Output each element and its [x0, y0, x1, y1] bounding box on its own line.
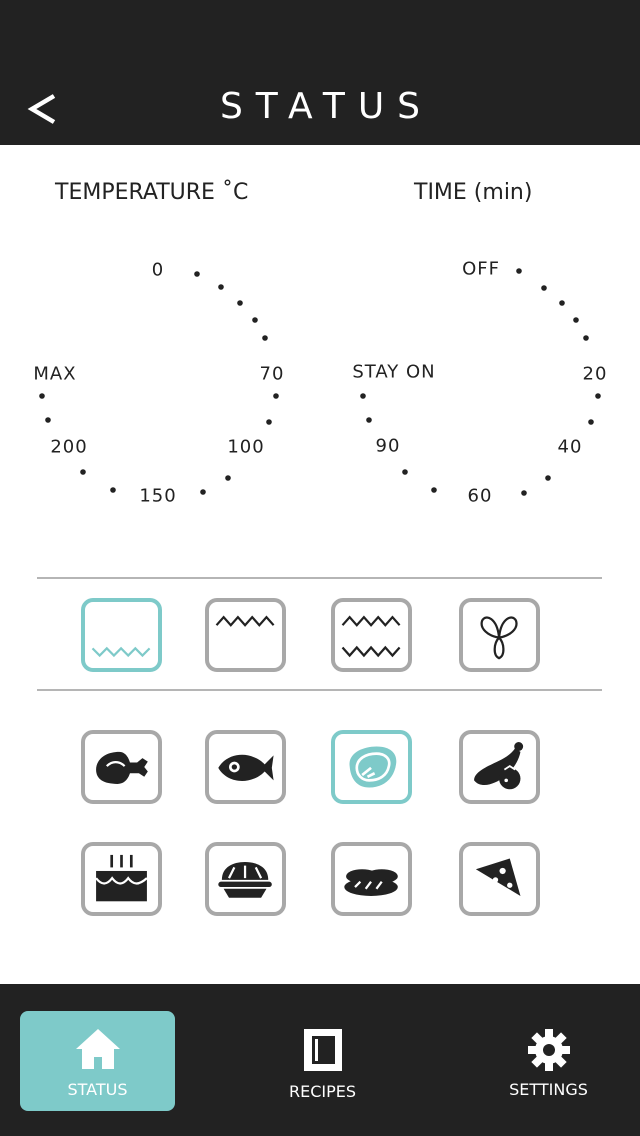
- time-label-20: 20: [582, 363, 608, 385]
- heat-mode-fan-button[interactable]: [459, 598, 540, 672]
- nav-recipes[interactable]: RECIPES: [245, 1011, 400, 1111]
- home-icon: [75, 1029, 120, 1069]
- bottom-heat-icon: [91, 646, 151, 658]
- divider-bottom: [37, 689, 602, 691]
- steak-icon: [349, 746, 397, 788]
- top-bottom-heat-icon: [341, 615, 401, 658]
- time-label-40: 40: [557, 436, 583, 458]
- bottom-navigation: STATUS RECIPES SETTINGS: [0, 984, 640, 1136]
- fan-icon: [480, 616, 518, 660]
- preset-fish-button[interactable]: [205, 730, 286, 804]
- time-dial-dots: [360, 268, 601, 496]
- divider-top: [37, 577, 602, 579]
- preset-poultry-button[interactable]: [81, 730, 162, 804]
- book-icon: [303, 1029, 342, 1071]
- time-label-90: 90: [375, 435, 401, 457]
- preset-cake-button[interactable]: [81, 842, 162, 916]
- pie-icon: [218, 862, 272, 898]
- fish-icon: [218, 754, 274, 782]
- top-heat-icon: [215, 615, 275, 627]
- heat-mode-top-button[interactable]: [205, 598, 286, 672]
- time-label-60: 60: [467, 485, 493, 507]
- gear-icon: [527, 1029, 570, 1071]
- nav-settings-label: SETTINGS: [509, 1080, 588, 1099]
- heat-mode-bottom-button[interactable]: [81, 598, 162, 672]
- time-dial[interactable]: OFF 20 40 60 90 STAY ON: [0, 0, 640, 560]
- preset-pie-button[interactable]: [205, 842, 286, 916]
- chicken-leg-icon: [96, 751, 148, 784]
- preset-bread-button[interactable]: [331, 842, 412, 916]
- heat-mode-top-bottom-button[interactable]: [331, 598, 412, 672]
- nav-recipes-label: RECIPES: [288, 1082, 357, 1101]
- preset-meat-button[interactable]: [331, 730, 412, 804]
- bread-icon: [344, 869, 398, 896]
- cake-icon: [95, 854, 148, 902]
- nav-status[interactable]: STATUS: [20, 1011, 175, 1111]
- nav-status-label: STATUS: [67, 1080, 128, 1099]
- pizza-icon: [475, 858, 521, 896]
- preset-pizza-button[interactable]: [459, 842, 540, 916]
- vegetables-icon: [474, 742, 524, 790]
- time-label-stay-on: STAY ON: [352, 361, 436, 383]
- preset-vegetables-button[interactable]: [459, 730, 540, 804]
- time-label-off: OFF: [462, 258, 500, 280]
- nav-settings[interactable]: SETTINGS: [471, 1011, 626, 1111]
